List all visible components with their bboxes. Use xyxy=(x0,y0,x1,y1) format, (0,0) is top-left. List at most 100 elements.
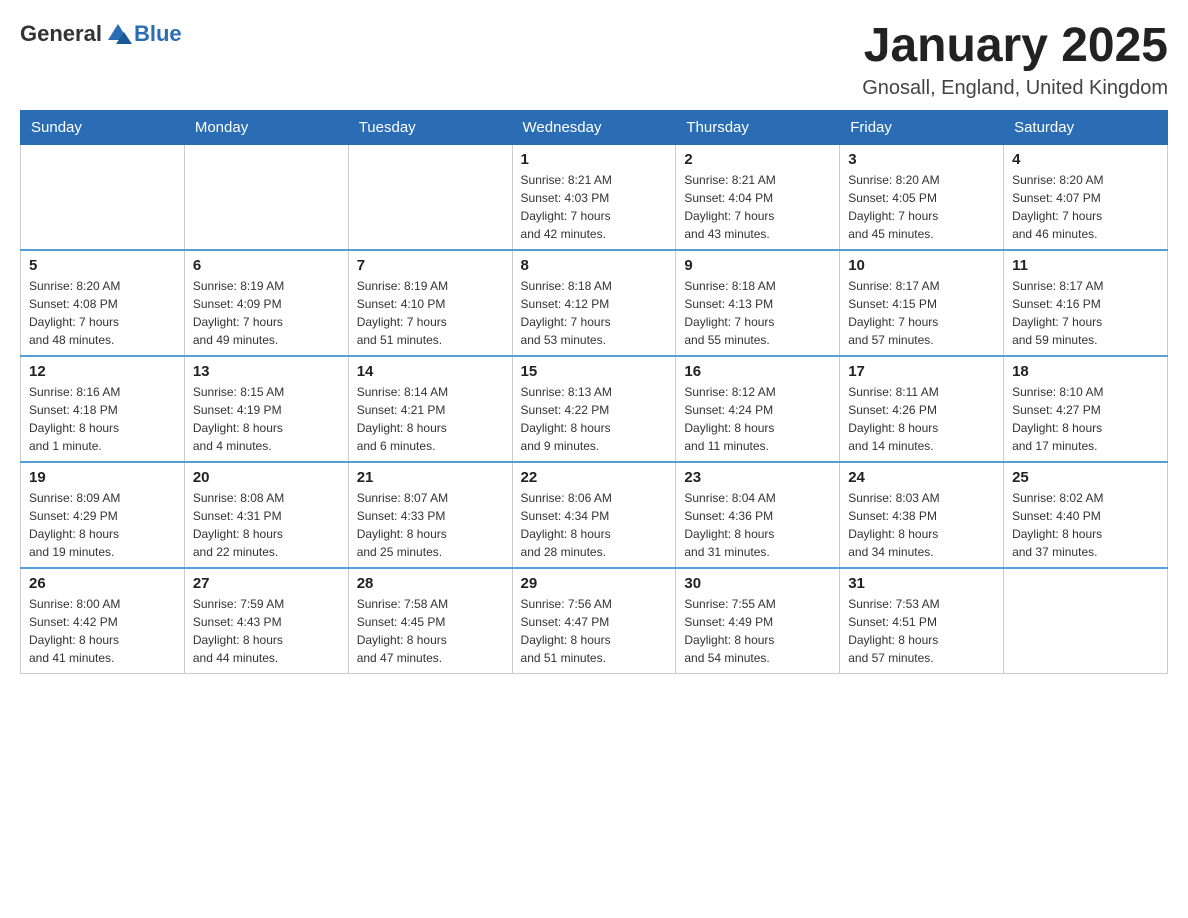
day-number: 30 xyxy=(684,575,831,592)
day-info: Sunrise: 8:21 AMSunset: 4:04 PMDaylight:… xyxy=(684,171,831,243)
day-number: 22 xyxy=(521,469,668,486)
day-info: Sunrise: 8:08 AMSunset: 4:31 PMDaylight:… xyxy=(193,489,340,561)
day-number: 9 xyxy=(684,257,831,274)
day-number: 13 xyxy=(193,363,340,380)
day-info: Sunrise: 8:19 AMSunset: 4:09 PMDaylight:… xyxy=(193,277,340,349)
calendar-cell: 10 Sunrise: 8:17 AMSunset: 4:15 PMDayligh… xyxy=(840,250,1004,356)
day-info: Sunrise: 8:02 AMSunset: 4:40 PMDaylight:… xyxy=(1012,489,1159,561)
calendar-cell: 12 Sunrise: 8:16 AMSunset: 4:18 PMDayligh… xyxy=(21,356,185,462)
calendar-table: SundayMondayTuesdayWednesdayThursdayFrid… xyxy=(20,110,1168,674)
calendar-cell xyxy=(1004,568,1168,674)
calendar-cell: 28 Sunrise: 7:58 AMSunset: 4:45 PMDayligh… xyxy=(348,568,512,674)
day-number: 23 xyxy=(684,469,831,486)
day-number: 1 xyxy=(521,151,668,168)
calendar-cell: 14 Sunrise: 8:14 AMSunset: 4:21 PMDayligh… xyxy=(348,356,512,462)
weekday-header-thursday: Thursday xyxy=(676,110,840,144)
calendar-cell: 19 Sunrise: 8:09 AMSunset: 4:29 PMDayligh… xyxy=(21,462,185,568)
day-number: 6 xyxy=(193,257,340,274)
day-number: 21 xyxy=(357,469,504,486)
day-number: 4 xyxy=(1012,151,1159,168)
calendar-cell: 25Sunrise: 8:02 AMSunset: 4:40 PMDayligh… xyxy=(1004,462,1168,568)
calendar-cell: 16 Sunrise: 8:12 AMSunset: 4:24 PMDayligh… xyxy=(676,356,840,462)
day-number: 20 xyxy=(193,469,340,486)
day-info: Sunrise: 7:53 AMSunset: 4:51 PMDaylight:… xyxy=(848,595,995,667)
weekday-header-saturday: Saturday xyxy=(1004,110,1168,144)
day-info: Sunrise: 8:13 AMSunset: 4:22 PMDaylight:… xyxy=(521,383,668,455)
day-number: 28 xyxy=(357,575,504,592)
day-info: Sunrise: 8:16 AMSunset: 4:18 PMDaylight:… xyxy=(29,383,176,455)
day-info: Sunrise: 8:09 AMSunset: 4:29 PMDaylight:… xyxy=(29,489,176,561)
day-info: Sunrise: 8:14 AMSunset: 4:21 PMDaylight:… xyxy=(357,383,504,455)
calendar-week-row: 26 Sunrise: 8:00 AMSunset: 4:42 PMDayligh… xyxy=(21,568,1168,674)
calendar-cell: 20 Sunrise: 8:08 AMSunset: 4:31 PMDayligh… xyxy=(184,462,348,568)
weekday-header-sunday: Sunday xyxy=(21,110,185,144)
day-info: Sunrise: 8:17 AMSunset: 4:16 PMDaylight:… xyxy=(1012,277,1159,349)
day-number: 7 xyxy=(357,257,504,274)
calendar-cell: 18Sunrise: 8:10 AMSunset: 4:27 PMDayligh… xyxy=(1004,356,1168,462)
day-info: Sunrise: 7:56 AMSunset: 4:47 PMDaylight:… xyxy=(521,595,668,667)
day-number: 10 xyxy=(848,257,995,274)
day-info: Sunrise: 8:21 AMSunset: 4:03 PMDaylight:… xyxy=(521,171,668,243)
day-info: Sunrise: 8:19 AMSunset: 4:10 PMDaylight:… xyxy=(357,277,504,349)
day-info: Sunrise: 7:58 AMSunset: 4:45 PMDaylight:… xyxy=(357,595,504,667)
calendar-cell: 1 Sunrise: 8:21 AMSunset: 4:03 PMDaylight… xyxy=(512,144,676,250)
day-number: 2 xyxy=(684,151,831,168)
page-header: General Blue January 2025 Gnosall, Engla… xyxy=(20,20,1168,100)
day-info: Sunrise: 8:03 AMSunset: 4:38 PMDaylight:… xyxy=(848,489,995,561)
calendar-week-row: 19 Sunrise: 8:09 AMSunset: 4:29 PMDayligh… xyxy=(21,462,1168,568)
month-title: January 2025 xyxy=(862,20,1168,73)
calendar-cell xyxy=(348,144,512,250)
calendar-cell: 26 Sunrise: 8:00 AMSunset: 4:42 PMDayligh… xyxy=(21,568,185,674)
day-number: 26 xyxy=(29,575,176,592)
day-info: Sunrise: 8:12 AMSunset: 4:24 PMDaylight:… xyxy=(684,383,831,455)
day-number: 16 xyxy=(684,363,831,380)
calendar-cell: 8 Sunrise: 8:18 AMSunset: 4:12 PMDaylight… xyxy=(512,250,676,356)
location: Gnosall, England, United Kingdom xyxy=(862,77,1168,100)
day-number: 3 xyxy=(848,151,995,168)
day-number: 29 xyxy=(521,575,668,592)
calendar-cell: 22Sunrise: 8:06 AMSunset: 4:34 PMDayligh… xyxy=(512,462,676,568)
calendar-cell xyxy=(21,144,185,250)
calendar-cell: 24 Sunrise: 8:03 AMSunset: 4:38 PMDayligh… xyxy=(840,462,1004,568)
weekday-header-tuesday: Tuesday xyxy=(348,110,512,144)
day-number: 5 xyxy=(29,257,176,274)
calendar-cell: 23Sunrise: 8:04 AMSunset: 4:36 PMDayligh… xyxy=(676,462,840,568)
logo: General Blue xyxy=(20,20,182,48)
day-info: Sunrise: 8:20 AMSunset: 4:08 PMDaylight:… xyxy=(29,277,176,349)
calendar-cell: 27Sunrise: 7:59 AMSunset: 4:43 PMDayligh… xyxy=(184,568,348,674)
logo-text-blue: Blue xyxy=(134,21,182,47)
day-number: 11 xyxy=(1012,257,1159,274)
calendar-cell: 13 Sunrise: 8:15 AMSunset: 4:19 PMDayligh… xyxy=(184,356,348,462)
day-number: 27 xyxy=(193,575,340,592)
calendar-cell: 4Sunrise: 8:20 AMSunset: 4:07 PMDaylight… xyxy=(1004,144,1168,250)
day-info: Sunrise: 8:15 AMSunset: 4:19 PMDaylight:… xyxy=(193,383,340,455)
calendar-cell: 17Sunrise: 8:11 AMSunset: 4:26 PMDayligh… xyxy=(840,356,1004,462)
calendar-cell: 21 Sunrise: 8:07 AMSunset: 4:33 PMDayligh… xyxy=(348,462,512,568)
calendar-week-row: 12 Sunrise: 8:16 AMSunset: 4:18 PMDayligh… xyxy=(21,356,1168,462)
day-number: 12 xyxy=(29,363,176,380)
day-number: 14 xyxy=(357,363,504,380)
logo-text-general: General xyxy=(20,21,102,47)
calendar-cell: 5 Sunrise: 8:20 AMSunset: 4:08 PMDaylight… xyxy=(21,250,185,356)
day-info: Sunrise: 7:55 AMSunset: 4:49 PMDaylight:… xyxy=(684,595,831,667)
day-number: 31 xyxy=(848,575,995,592)
day-number: 8 xyxy=(521,257,668,274)
calendar-cell: 2 Sunrise: 8:21 AMSunset: 4:04 PMDaylight… xyxy=(676,144,840,250)
day-info: Sunrise: 8:00 AMSunset: 4:42 PMDaylight:… xyxy=(29,595,176,667)
calendar-cell xyxy=(184,144,348,250)
day-number: 24 xyxy=(848,469,995,486)
weekday-header-wednesday: Wednesday xyxy=(512,110,676,144)
day-info: Sunrise: 8:07 AMSunset: 4:33 PMDaylight:… xyxy=(357,489,504,561)
day-info: Sunrise: 8:11 AMSunset: 4:26 PMDaylight:… xyxy=(848,383,995,455)
day-info: Sunrise: 8:17 AMSunset: 4:15 PMDaylight:… xyxy=(848,277,995,349)
day-number: 15 xyxy=(521,363,668,380)
calendar-cell: 6 Sunrise: 8:19 AMSunset: 4:09 PMDaylight… xyxy=(184,250,348,356)
calendar-cell: 29 Sunrise: 7:56 AMSunset: 4:47 PMDayligh… xyxy=(512,568,676,674)
calendar-cell: 15 Sunrise: 8:13 AMSunset: 4:22 PMDayligh… xyxy=(512,356,676,462)
day-number: 19 xyxy=(29,469,176,486)
calendar-cell: 3Sunrise: 8:20 AMSunset: 4:05 PMDaylight… xyxy=(840,144,1004,250)
weekday-header-friday: Friday xyxy=(840,110,1004,144)
weekday-header-monday: Monday xyxy=(184,110,348,144)
day-info: Sunrise: 8:18 AMSunset: 4:12 PMDaylight:… xyxy=(521,277,668,349)
logo-icon xyxy=(104,20,132,48)
